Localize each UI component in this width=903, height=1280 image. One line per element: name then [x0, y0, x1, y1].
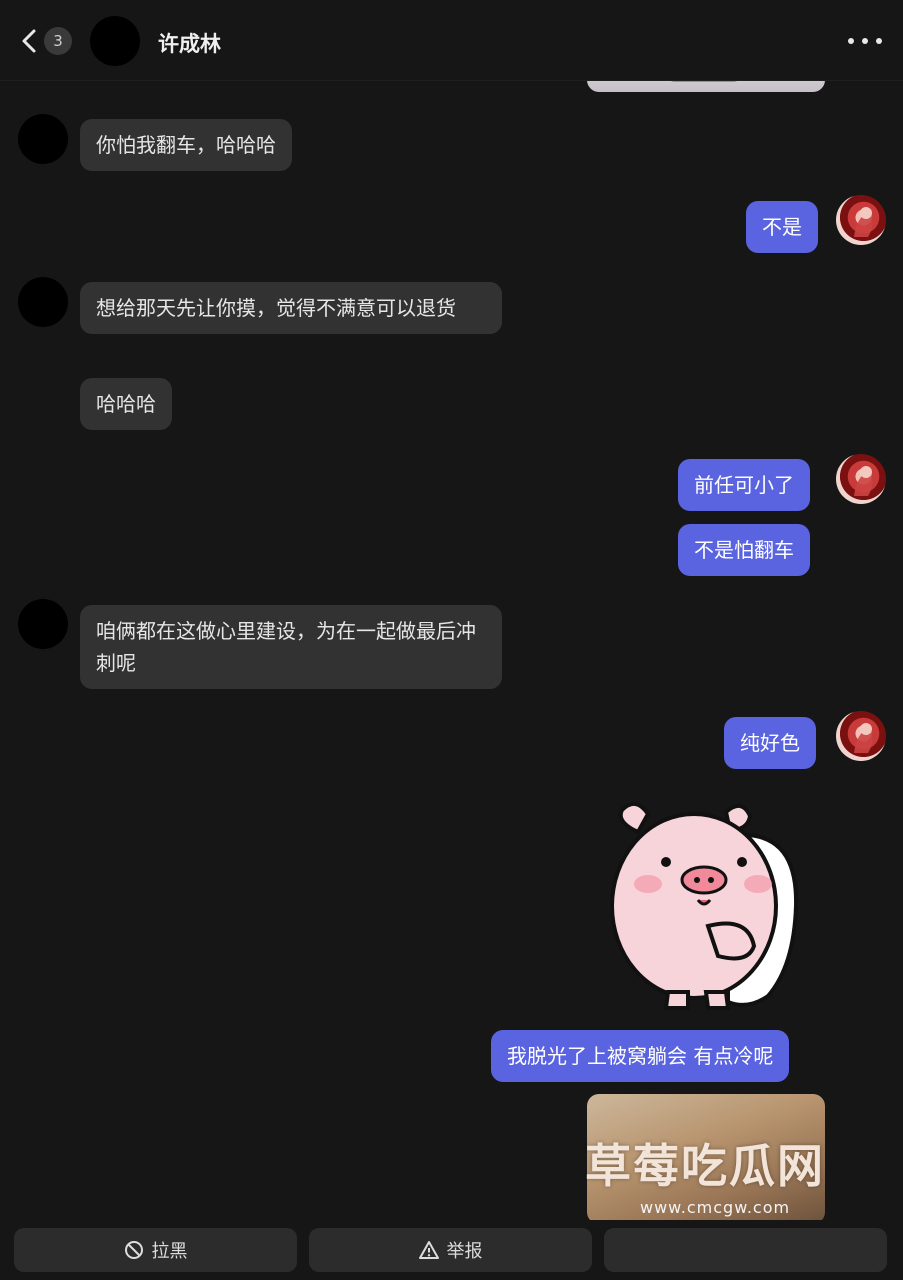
more-options-button[interactable] — [848, 34, 882, 48]
watermark-url: www.cmcgw.com — [640, 1198, 791, 1217]
contact-avatar[interactable] — [18, 599, 68, 649]
chevron-left-icon — [22, 29, 36, 53]
block-button[interactable]: 拉黑 — [14, 1228, 297, 1272]
contact-avatar[interactable] — [18, 114, 68, 164]
pig-sticker[interactable] — [608, 796, 804, 1016]
chat-header: 3 许成林 — [0, 0, 903, 81]
contact-avatar[interactable] — [90, 16, 140, 66]
message-bubble[interactable]: 你怕我翻车，哈哈哈 — [80, 119, 292, 171]
block-icon — [124, 1241, 143, 1259]
contact-avatar[interactable] — [18, 277, 68, 327]
my-avatar[interactable] — [836, 195, 886, 245]
message-bubble[interactable]: 纯好色 — [724, 717, 816, 769]
dot-icon — [862, 38, 868, 44]
warning-icon — [418, 1241, 439, 1259]
watermark-title: 草莓吃瓜网 — [585, 1139, 825, 1193]
message-bubble[interactable]: 不是 — [746, 201, 818, 253]
dot-icon — [848, 38, 854, 44]
message-bubble[interactable]: 咱俩都在这做心里建设，为在一起做最后冲刺呢 — [80, 605, 502, 689]
action-bar: 拉黑 举报 — [0, 1220, 903, 1280]
message-bubble[interactable]: 想给那天先让你摸，觉得不满意可以退货 — [80, 282, 502, 334]
back-button[interactable]: 3 — [20, 24, 76, 58]
contact-name: 许成林 — [158, 32, 221, 56]
message-bubble[interactable]: 不是怕翻车 — [678, 524, 810, 576]
message-bubble[interactable]: 我脱光了上被窝躺会 有点冷呢 — [491, 1030, 790, 1082]
report-label: 举报 — [446, 1241, 483, 1262]
my-avatar[interactable] — [836, 711, 886, 761]
message-bubble[interactable]: 哈哈哈 — [80, 378, 172, 430]
message-bubble[interactable]: 前任可小了 — [678, 459, 810, 511]
dot-icon — [876, 38, 882, 44]
block-label: 拉黑 — [151, 1241, 188, 1262]
more-action-button[interactable] — [604, 1228, 887, 1272]
unread-count-badge: 3 — [44, 27, 72, 55]
report-button[interactable]: 举报 — [309, 1228, 592, 1272]
my-avatar[interactable] — [836, 454, 886, 504]
